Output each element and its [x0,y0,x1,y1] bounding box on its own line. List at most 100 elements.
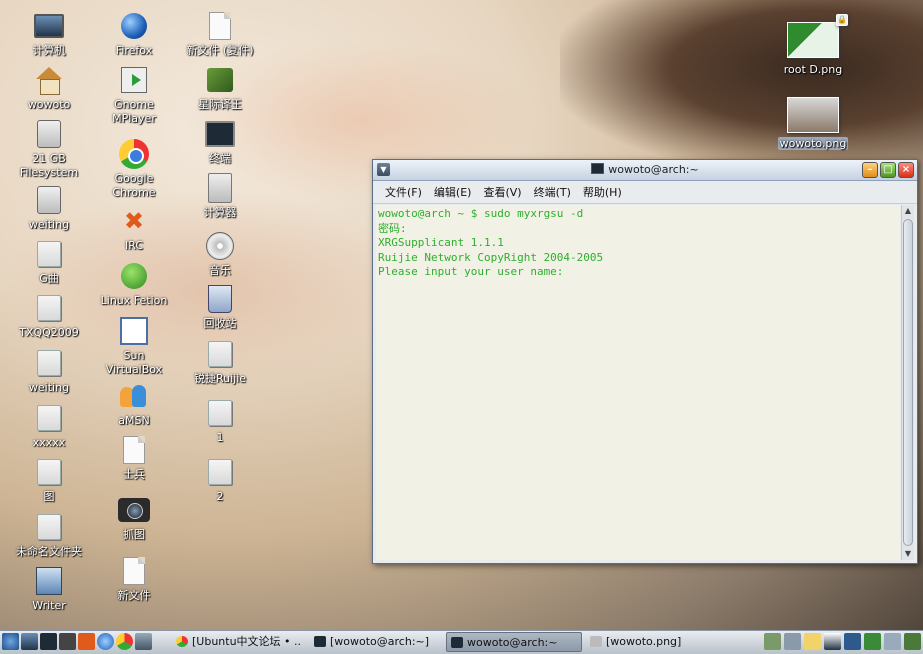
desktop-icon-virtualbox[interactable]: Sun VirtualBox [97,315,171,377]
desktop-icon-weiting-folder[interactable]: weiting [12,347,86,395]
network-icon[interactable] [784,633,801,650]
taskbar-task-ubuntu-forum[interactable]: [Ubuntu中文论坛 • ... [172,632,302,652]
desktop-icon-screenshot[interactable]: 抓图 [97,494,171,542]
menu-view[interactable]: 查看(V) [483,184,521,200]
computer-icon[interactable] [135,633,152,650]
desktop-icon-new-file-copy[interactable]: 新文件 (复件) [183,10,257,58]
desktop-icon-folder-2[interactable]: 2 [183,456,257,504]
scroll-down-arrow-icon[interactable]: ▼ [902,548,914,560]
desktop-icon-gnome-mplayer[interactable]: Gnome MPlayer [97,64,171,126]
home-folder-icon [35,67,63,95]
terminal-output[interactable]: wowoto@arch ~ $ sudo myxrgsu -d 密码: XRGSup… [376,205,900,560]
show-desktop-icon[interactable] [21,633,38,650]
desktop-icon-amsn[interactable]: aMSN [97,380,171,428]
calculator-icon [208,173,232,203]
amsn-icon [120,383,148,409]
terminal-window[interactable]: ▼ wowoto@arch:~ – □ × 文件(F) 编辑(E) 查看(V) … [372,159,918,564]
image-thumbnail-icon [787,22,839,58]
writer-icon [36,567,62,595]
quick-launch [2,633,152,650]
desktop-icon-root-d-png[interactable]: 🔒 root D.png [780,14,848,80]
terminal-line: wowoto@arch ~ $ sudo myxrgsu -d [378,207,584,220]
battery-icon[interactable] [764,633,781,650]
window-titlebar[interactable]: ▼ wowoto@arch:~ – □ × [373,160,917,181]
terminal-icon [205,121,235,147]
desktop-icon-irc[interactable]: ✖ IRC [97,205,171,253]
desktop-icon-untitled-folder[interactable]: 未命名文件夹 [12,511,86,559]
desktop-icon-xxxxx[interactable]: xxxxx [12,402,86,450]
chrome-icon[interactable] [116,633,133,650]
folder-icon [37,405,61,431]
folder-icon [37,459,61,485]
close-button[interactable]: × [898,162,914,178]
disk-icon [37,120,61,148]
taskbar-task-wowoto-png[interactable]: [wowoto.png] [586,632,716,652]
start-menu-icon[interactable] [2,633,19,650]
desktop-icon-music[interactable]: 音乐 [183,230,257,278]
terminal-line: 密码: [378,221,407,235]
desktop-icon-google-chrome[interactable]: Google Chrome [97,138,171,200]
folder-icon [208,459,232,485]
folder-icon [37,295,61,321]
update-icon[interactable] [904,633,921,650]
desktop-icon-folder-1[interactable]: 1 [183,397,257,445]
desktop-icon-new-file[interactable]: 新文件 [97,555,171,603]
taskbar-task-terminal-active[interactable]: wowoto@arch:~ [446,632,582,652]
maximize-button[interactable]: □ [880,162,896,178]
folder-icon[interactable] [804,633,821,650]
desktop-icon-trash[interactable]: 回收站 [183,283,257,331]
document-icon [123,436,145,464]
image-thumbnail-icon [787,97,839,133]
desktop-icon-shibing[interactable]: 士兵 [97,434,171,482]
terminal-line: Please input your user name: [378,265,564,279]
menu-edit[interactable]: 编辑(E) [434,184,472,200]
monitor-icon[interactable] [824,633,841,650]
menu-file[interactable]: 文件(F) [385,184,422,200]
window-title: wowoto@arch:~ [373,163,917,176]
desktop-icon-filesystem[interactable]: 21 GB Filesystem [12,118,86,180]
mplayer-icon [121,67,147,93]
terminal-line: Ruijie Network CopyRight 2004-2005 [378,250,604,264]
scroll-up-arrow-icon[interactable]: ▲ [902,205,914,217]
irc-icon[interactable] [78,633,95,650]
minimize-button[interactable]: – [862,162,878,178]
fetion-icon [121,263,147,289]
clipboard-icon[interactable] [884,633,901,650]
camera-icon[interactable] [59,633,76,650]
taskbar-task-terminal-1[interactable]: [wowoto@arch:~] [310,632,440,652]
edit-pen-icon[interactable] [864,633,881,650]
taskbar: [Ubuntu中文论坛 • ... [wowoto@arch:~] wowoto… [0,630,923,654]
desktop-icon-stardict[interactable]: 星际译王 [183,64,257,112]
scrollbar-thumb[interactable] [903,219,913,546]
camera-icon [118,498,150,522]
menu-terminal[interactable]: 终端(T) [534,184,571,200]
menu-help[interactable]: 帮助(H) [583,184,622,200]
desktop-icon-wowoto-png[interactable]: wowoto.png [778,94,848,156]
desktop-icon-writer[interactable]: Writer [12,565,86,613]
irc-icon: ✖ [123,207,145,235]
terminal-line: XRGSupplicant 1.1.1 [378,236,504,250]
desktop-icon-weiting-drive[interactable]: weiting [12,184,86,232]
desktop-icon-firefox[interactable]: Firefox [97,10,171,58]
desktop-icon-home[interactable]: wowoto [12,64,86,112]
terminal-scrollbar[interactable]: ▲ ▼ [901,205,914,560]
desktop-icon-terminal[interactable]: 终端 [183,118,257,166]
desktop-icon-ruijie[interactable]: 锐捷Ruijie [183,338,257,386]
dictionary-icon [207,68,233,92]
computer-icon [34,14,64,38]
window-icon[interactable] [844,633,861,650]
folder-icon [37,350,61,376]
system-tray [764,633,921,650]
folder-icon [208,341,232,367]
desktop-icon-tu[interactable]: 图 [12,456,86,504]
virtualbox-icon [120,317,148,345]
desktop-icon-txqq2009[interactable]: TXQQ2009 [12,292,86,340]
music-icon [206,232,234,260]
firefox-icon[interactable] [97,633,114,650]
terminal-icon[interactable] [40,633,57,650]
desktop-icon-calculator[interactable]: 计算器 [183,172,257,220]
desktop-icon-computer[interactable]: 计算机 [12,10,86,58]
desktop-icon-linux-fetion[interactable]: Linux Fetion [97,260,171,308]
chrome-icon [176,636,188,647]
desktop-icon-folder-g[interactable]: G曲 [12,238,86,286]
